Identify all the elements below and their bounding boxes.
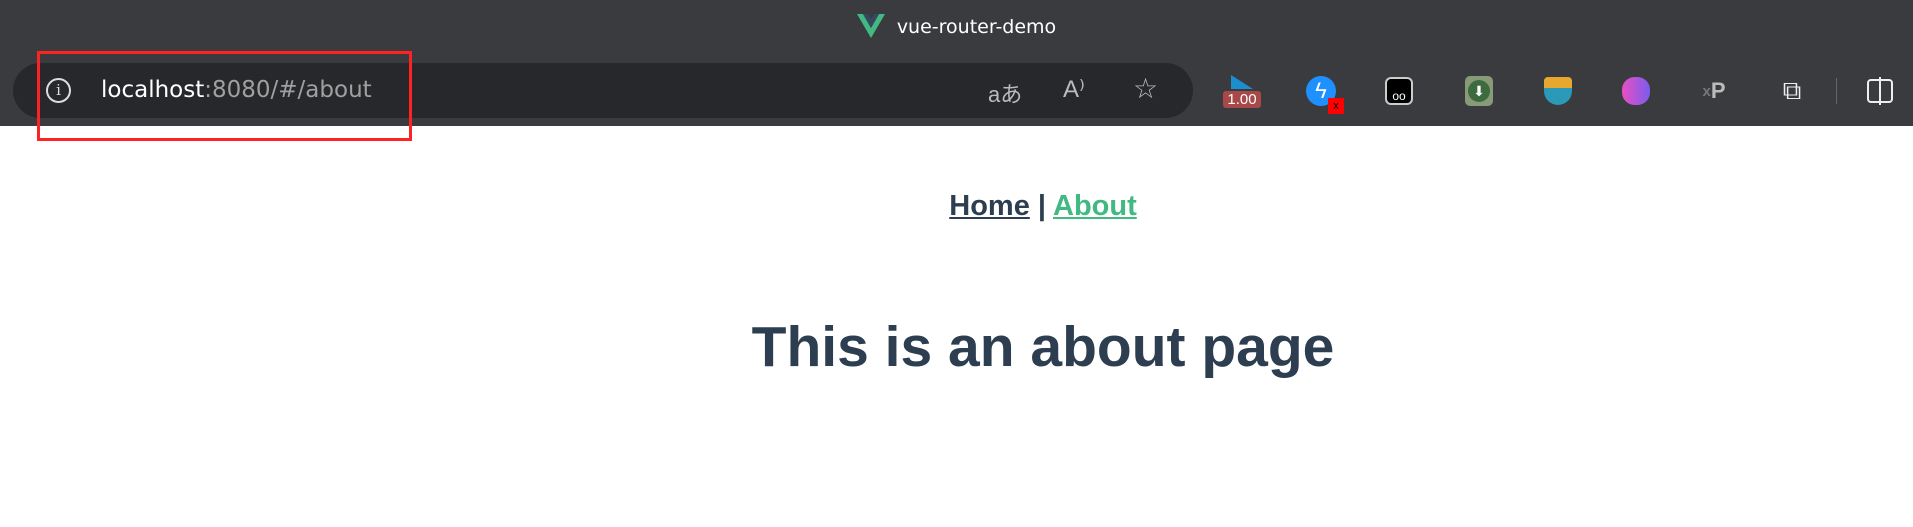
read-aloud-icon[interactable]: A⁾ bbox=[1063, 75, 1085, 104]
window-title: vue-router-demo bbox=[0, 14, 1913, 38]
favorite-star-icon[interactable]: ☆ bbox=[1133, 72, 1158, 105]
toolbar-divider bbox=[1836, 78, 1837, 104]
video-speed-extension-icon[interactable]: 1.00 bbox=[1223, 74, 1261, 108]
brain-extension-icon[interactable] bbox=[1619, 74, 1653, 108]
nav-link-home[interactable]: Home bbox=[949, 190, 1030, 222]
vue-logo-icon bbox=[856, 14, 885, 38]
highlight-box bbox=[37, 51, 412, 141]
split-screen-icon[interactable] bbox=[1863, 74, 1897, 108]
nav-link-about[interactable]: About bbox=[1053, 190, 1137, 222]
page-heading: This is an about page bbox=[751, 315, 1335, 379]
download-extension-icon[interactable]: ⬇ bbox=[1462, 74, 1496, 108]
router-nav: Home | About bbox=[0, 190, 1913, 223]
salad-bowl-extension-icon[interactable] bbox=[1541, 74, 1575, 108]
eyes-extension-icon[interactable]: oo bbox=[1382, 74, 1416, 108]
lightning-extension-icon[interactable]: ϟx bbox=[1304, 74, 1344, 114]
extensions-puzzle-icon[interactable]: ⧉ bbox=[1775, 74, 1809, 108]
xp-extension-icon[interactable]: xP bbox=[1697, 74, 1731, 108]
nav-separator: | bbox=[1037, 190, 1047, 222]
translate-icon[interactable]: aあ bbox=[988, 77, 1022, 109]
